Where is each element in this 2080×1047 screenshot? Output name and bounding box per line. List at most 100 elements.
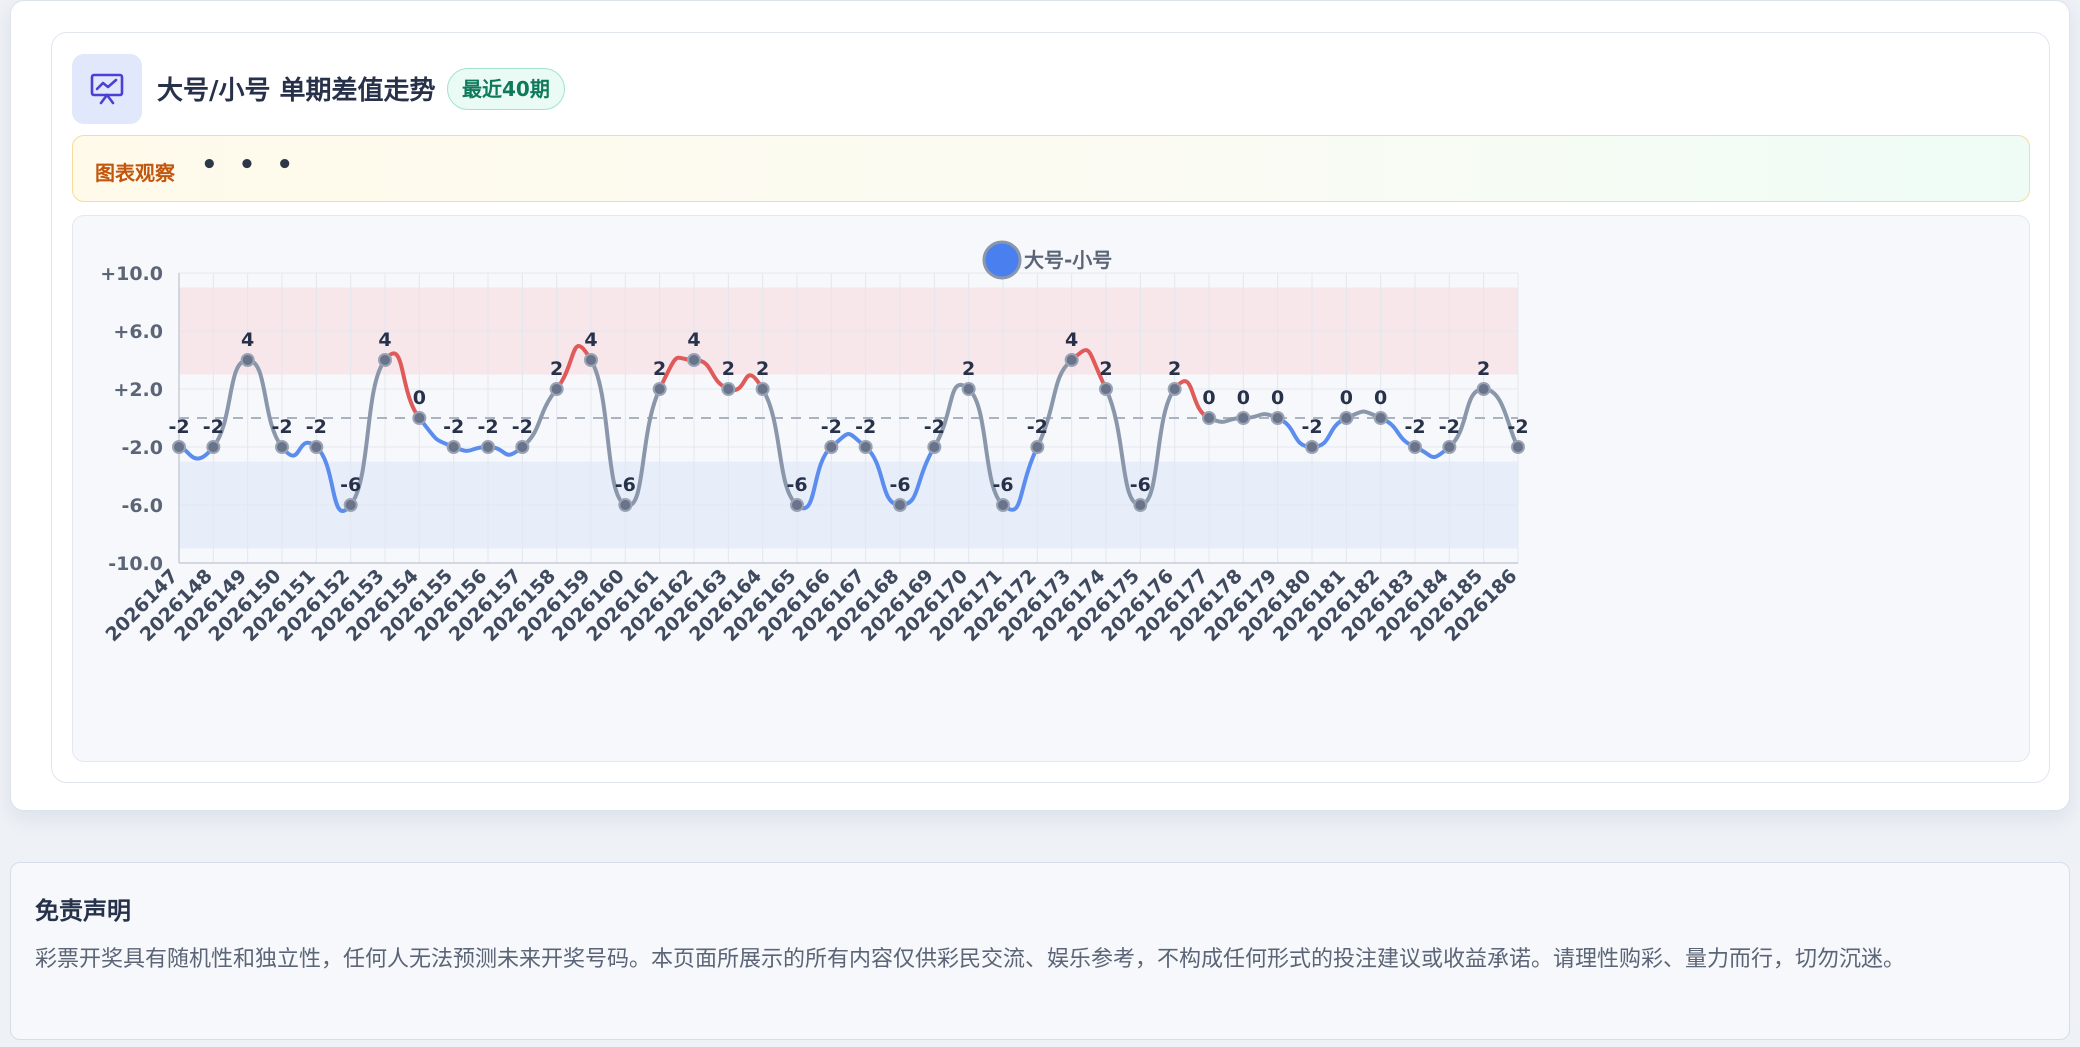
data-label: 0 [1374,387,1387,409]
data-point [1408,440,1422,454]
data-label: 2 [1168,358,1181,380]
data-point [721,382,736,396]
period-badge[interactable]: 最近40期 [447,68,565,110]
data-point [927,440,942,454]
difference-line-chart: +10.0+6.0+2.0-2.0-6.0-10.020261472026148… [100,240,1529,646]
data-point [961,382,976,396]
disclaimer-title: 免责声明 [35,897,131,925]
data-point [1064,353,1079,367]
data-point [996,498,1010,512]
data-point [1442,440,1457,454]
data-label: 0 [1340,387,1353,409]
data-point [412,411,427,425]
data-label: -2 [924,416,945,438]
data-point [652,382,667,396]
data-label: -2 [1027,416,1048,438]
data-label: 2 [756,358,769,380]
chart-title: 大号/小号 单期差值走势 [157,76,436,106]
chart-card: 大号/小号 单期差值走势 最近40期 图表观察 • • • +10.0 +6.0 +… [51,32,2050,783]
data-label: 4 [1065,329,1078,351]
data-label: -2 [1439,416,1460,438]
data-label: -2 [1301,416,1322,438]
data-label: 0 [1202,387,1215,409]
data-label: 0 [1237,387,1250,409]
trend-section: 大号/小号 单期差值走势 最近40期 图表观察 • • • +10.0 +6.0 +… [10,0,2070,811]
presentation-chart-icon [72,54,142,124]
data-label: 4 [241,329,254,351]
y-tick-label: -2.0 [121,437,163,459]
data-point [584,353,598,367]
legend-marker [982,240,1022,280]
data-label: 0 [413,387,426,409]
data-point [1236,411,1251,425]
chart-observation-bar[interactable]: 图表观察 • • • [72,135,2030,202]
y-tick-label: +2.0 [113,379,163,401]
data-point [893,498,907,512]
disclaimer-text: 彩票开奖具有随机性和独立性，任何人无法预测未来开奖号码。本页面所展示的所有内容仅… [35,947,1906,972]
data-point [206,440,221,454]
plot-panel: +10.0 +6.0 +2.0 -2.0 -6.0 -10.0 2026147 2026148… [72,215,2030,762]
data-label: -2 [1404,416,1425,438]
data-point [1202,411,1216,425]
data-label: -2 [271,416,292,438]
data-point [446,440,461,454]
data-label: -6 [992,474,1013,496]
data-label: -2 [821,416,842,438]
y-tick-label: +6.0 [113,321,163,343]
data-label: 4 [584,329,597,351]
data-label: -2 [443,416,464,438]
data-point [790,498,804,512]
data-point [549,382,564,396]
y-tick-label: -10.0 [108,553,163,575]
data-point [687,353,701,367]
data-label: -2 [1507,416,1528,438]
data-point [1270,411,1285,425]
data-point [481,440,495,454]
data-point [1305,440,1319,454]
data-label: 2 [653,358,666,380]
data-label: -6 [615,474,636,496]
observation-label: 图表观察 [95,161,175,185]
data-label: -2 [168,416,189,438]
data-label: -6 [889,474,910,496]
data-label: -6 [1130,474,1151,496]
data-label: 0 [1271,387,1284,409]
data-label: -6 [340,474,361,496]
data-point [515,440,530,454]
data-point [1167,382,1182,396]
loading-dots-icon: • • • [201,150,299,180]
data-label: -2 [203,416,224,438]
data-point [275,440,289,454]
data-point [618,498,633,512]
data-label: 4 [378,329,391,351]
y-tick-label: -6.0 [121,495,163,517]
data-point [858,440,873,454]
data-point [172,440,186,454]
data-point [1133,498,1148,512]
data-label: 2 [722,358,735,380]
data-point [824,440,839,454]
data-label: -2 [306,416,327,438]
data-point [1476,382,1491,396]
data-point [1511,440,1525,454]
data-label: 2 [1099,358,1112,380]
data-label: 2 [550,358,563,380]
disclaimer-card: 免责声明 彩票开奖具有随机性和独立性，任何人无法预测未来开奖号码。本页面所展示的… [10,862,2070,1040]
data-label: -2 [855,416,876,438]
data-point [1373,411,1388,425]
data-label: -6 [786,474,807,496]
legend-label: 大号-小号 [1024,248,1112,272]
data-point [755,382,770,396]
data-point [240,353,255,367]
data-point [309,440,324,454]
data-point [1099,382,1113,396]
y-tick-label: +10.0 [100,263,163,285]
data-point [1030,440,1045,454]
data-point [378,353,392,367]
data-point [343,498,358,512]
data-label: -2 [477,416,498,438]
data-label: 4 [687,329,700,351]
data-label: 2 [1477,358,1490,380]
data-label: -2 [512,416,533,438]
data-label: 2 [962,358,975,380]
